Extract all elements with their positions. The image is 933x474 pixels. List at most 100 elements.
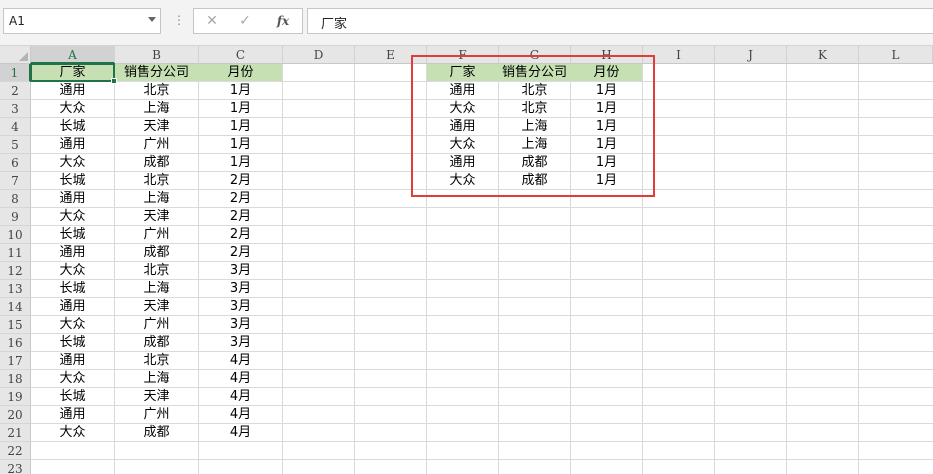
source-cell[interactable]: 天津 xyxy=(115,208,198,225)
source-cell[interactable]: 天津 xyxy=(115,118,198,135)
row-header-21[interactable]: 21 xyxy=(0,424,31,442)
source-cell[interactable]: 广州 xyxy=(115,136,198,153)
source-cell[interactable]: 北京 xyxy=(115,352,198,369)
source-cell[interactable]: 2月 xyxy=(199,226,282,243)
row-header-18[interactable]: 18 xyxy=(0,370,31,388)
source-cell[interactable]: 长城 xyxy=(31,280,114,297)
source-cell[interactable]: 大众 xyxy=(31,262,114,279)
source-cell[interactable]: 4月 xyxy=(199,424,282,441)
column-header-j[interactable]: J xyxy=(715,46,787,64)
source-cell[interactable]: 天津 xyxy=(115,388,198,405)
source-cell[interactable]: 通用 xyxy=(31,406,114,423)
source-cell[interactable]: 1月 xyxy=(199,154,282,171)
source-cell[interactable]: 1月 xyxy=(199,136,282,153)
column-header-c[interactable]: C xyxy=(199,46,283,64)
source-cell[interactable]: 广州 xyxy=(115,406,198,423)
row-header-17[interactable]: 17 xyxy=(0,352,31,370)
source-cell[interactable]: 通用 xyxy=(31,136,114,153)
row-header-20[interactable]: 20 xyxy=(0,406,31,424)
source-cell[interactable]: 4月 xyxy=(199,370,282,387)
source-cell[interactable]: 2月 xyxy=(199,244,282,261)
source-cell[interactable]: 长城 xyxy=(31,172,114,189)
source-header-cell[interactable]: 销售分公司 xyxy=(115,64,198,81)
source-cell[interactable]: 2月 xyxy=(199,208,282,225)
source-cell[interactable]: 1月 xyxy=(199,82,282,99)
spreadsheet-grid[interactable]: ABCDEFGHIJKL 1 2 3 4 5 6 7 8 9 10 11 12 13 14 15 16 17 18… xyxy=(0,46,933,474)
row-header-16[interactable]: 16 xyxy=(0,334,31,352)
row-header-15[interactable]: 15 xyxy=(0,316,31,334)
source-cell[interactable]: 成都 xyxy=(115,334,198,351)
source-cell[interactable]: 大众 xyxy=(31,316,114,333)
cancel-icon[interactable]: ✕ xyxy=(200,12,224,30)
source-cell[interactable]: 上海 xyxy=(115,280,198,297)
source-cell[interactable]: 上海 xyxy=(115,190,198,207)
source-cell[interactable]: 长城 xyxy=(31,334,114,351)
source-cell[interactable]: 长城 xyxy=(31,226,114,243)
row-header-23[interactable]: 23 xyxy=(0,460,31,474)
column-header-l[interactable]: L xyxy=(859,46,933,64)
formula-input[interactable]: 厂家 xyxy=(307,8,933,34)
source-cell[interactable]: 上海 xyxy=(115,370,198,387)
row-header-19[interactable]: 19 xyxy=(0,388,31,406)
source-cell[interactable]: 3月 xyxy=(199,334,282,351)
row-header-13[interactable]: 13 xyxy=(0,280,31,298)
source-cell[interactable]: 广州 xyxy=(115,226,198,243)
source-cell[interactable]: 长城 xyxy=(31,118,114,135)
row-header-4[interactable]: 4 xyxy=(0,118,31,136)
source-cell[interactable]: 天津 xyxy=(115,298,198,315)
column-header-b[interactable]: B xyxy=(115,46,199,64)
row-header-11[interactable]: 11 xyxy=(0,244,31,262)
row-header-3[interactable]: 3 xyxy=(0,100,31,118)
source-cell[interactable]: 1月 xyxy=(199,100,282,117)
source-header-cell[interactable]: 月份 xyxy=(199,64,282,81)
row-header-8[interactable]: 8 xyxy=(0,190,31,208)
source-cell[interactable]: 2月 xyxy=(199,190,282,207)
column-header-d[interactable]: D xyxy=(283,46,355,64)
column-header-a[interactable]: A xyxy=(31,46,115,64)
source-cell[interactable]: 大众 xyxy=(31,208,114,225)
source-cell[interactable]: 4月 xyxy=(199,388,282,405)
source-cell[interactable]: 大众 xyxy=(31,100,114,117)
source-cell[interactable]: 长城 xyxy=(31,388,114,405)
source-cell[interactable]: 北京 xyxy=(115,172,198,189)
source-cell[interactable]: 北京 xyxy=(115,262,198,279)
source-cell[interactable]: 3月 xyxy=(199,316,282,333)
check-icon[interactable]: ✓ xyxy=(233,12,257,30)
source-cell[interactable]: 成都 xyxy=(115,154,198,171)
source-cell[interactable]: 通用 xyxy=(31,352,114,369)
source-cell[interactable]: 2月 xyxy=(199,172,282,189)
source-cell[interactable]: 通用 xyxy=(31,190,114,207)
row-header-5[interactable]: 5 xyxy=(0,136,31,154)
source-cell[interactable]: 广州 xyxy=(115,316,198,333)
row-header-10[interactable]: 10 xyxy=(0,226,31,244)
source-cell[interactable]: 大众 xyxy=(31,154,114,171)
row-header-1[interactable]: 1 xyxy=(0,64,31,82)
source-cell[interactable]: 成都 xyxy=(115,244,198,261)
source-cell[interactable]: 大众 xyxy=(31,424,114,441)
row-header-2[interactable]: 2 xyxy=(0,82,31,100)
insert-function-icon[interactable]: fx xyxy=(271,12,295,30)
row-header-7[interactable]: 7 xyxy=(0,172,31,190)
row-header-22[interactable]: 22 xyxy=(0,442,31,460)
source-cell[interactable]: 通用 xyxy=(31,82,114,99)
source-cell[interactable]: 北京 xyxy=(115,82,198,99)
source-cell[interactable]: 3月 xyxy=(199,280,282,297)
source-cell[interactable]: 上海 xyxy=(115,100,198,117)
source-cell[interactable]: 成都 xyxy=(115,424,198,441)
column-header-k[interactable]: K xyxy=(787,46,859,64)
source-cell[interactable]: 4月 xyxy=(199,406,282,423)
source-cell[interactable]: 4月 xyxy=(199,352,282,369)
source-cell[interactable]: 1月 xyxy=(199,118,282,135)
row-header-12[interactable]: 12 xyxy=(0,262,31,280)
fill-handle[interactable] xyxy=(111,78,117,84)
source-cell[interactable]: 大众 xyxy=(31,370,114,387)
row-header-9[interactable]: 9 xyxy=(0,208,31,226)
source-cell[interactable]: 通用 xyxy=(31,298,114,315)
chevron-down-icon[interactable] xyxy=(148,17,156,22)
select-all-button[interactable] xyxy=(0,46,31,64)
source-cell[interactable]: 3月 xyxy=(199,262,282,279)
name-box[interactable]: A1 xyxy=(3,8,161,34)
row-header-6[interactable]: 6 xyxy=(0,154,31,172)
source-cell[interactable]: 3月 xyxy=(199,298,282,315)
row-header-14[interactable]: 14 xyxy=(0,298,31,316)
